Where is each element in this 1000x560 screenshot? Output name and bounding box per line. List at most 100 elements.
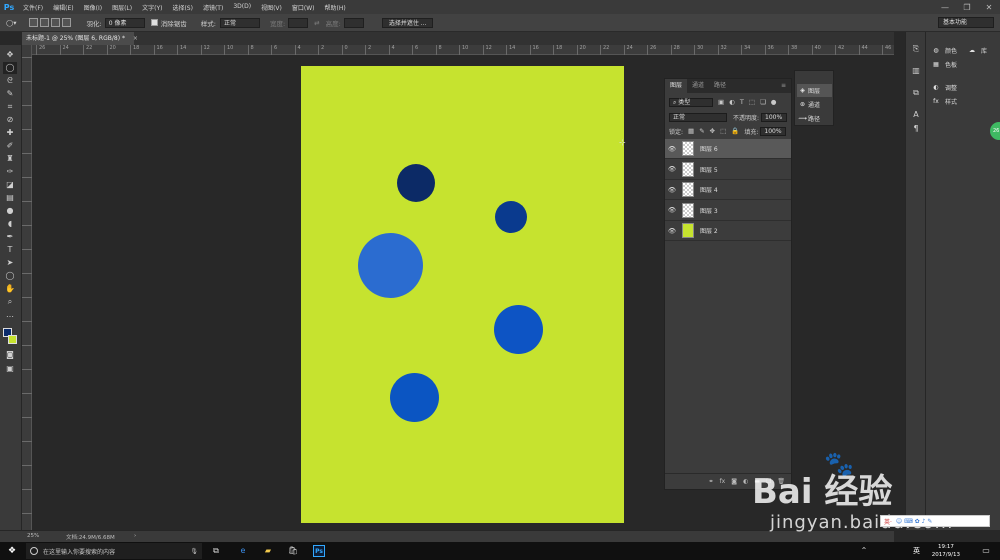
panel-menu-icon[interactable]: ≡ (776, 79, 791, 93)
kind-filter-select[interactable]: ⌕ 类型 (669, 97, 713, 107)
store-icon[interactable]: 🛍 (287, 545, 299, 557)
menu-item[interactable]: 编辑(E) (48, 3, 78, 12)
menu-item[interactable]: 图层(L) (107, 3, 137, 12)
close-button[interactable]: ✕ (978, 0, 1000, 14)
workspace-select[interactable]: 基本功能 (938, 17, 994, 28)
menu-item[interactable]: 滤镜(T) (198, 3, 228, 12)
width-input[interactable] (288, 17, 309, 28)
fill-input[interactable]: 100% (760, 126, 787, 136)
smart-object-filter-icon[interactable]: ❏ (760, 98, 766, 106)
new-selection-icon[interactable] (28, 18, 38, 27)
dock-styles-button[interactable]: fx 样式 (930, 97, 957, 106)
more-tools-icon[interactable]: … (3, 309, 17, 321)
select-and-mask-button[interactable]: 选择并遮住 ... (381, 17, 434, 28)
layer-row[interactable]: 👁 图层 6 (665, 139, 791, 159)
visibility-eye-icon[interactable]: 👁 (665, 186, 679, 194)
layer-row[interactable]: 👁 图层 4 (665, 180, 791, 200)
background-color-swatch[interactable] (8, 335, 17, 344)
antialias-checkbox[interactable] (150, 19, 158, 26)
pixel-filter-icon[interactable]: ▣ (718, 98, 724, 106)
type-filter-icon[interactable]: T (740, 98, 744, 106)
quick-select-tool-icon[interactable]: ✎ (3, 88, 17, 100)
visibility-eye-icon[interactable]: 👁 (665, 165, 679, 173)
dock-libraries-button[interactable]: ☁ 库 (966, 46, 987, 55)
properties-icon[interactable]: ▥ (910, 66, 922, 78)
status-menu-arrow-icon[interactable]: › (134, 533, 136, 539)
tab-layers[interactable]: 图层 (665, 79, 688, 93)
dock-color-button[interactable]: ◍ 颜色 (930, 46, 957, 55)
link-icon[interactable]: ⚭ (709, 478, 714, 485)
tab-channels[interactable]: 通道 (687, 79, 709, 93)
type-tool-icon[interactable]: T (3, 244, 17, 256)
dodge-tool-icon[interactable]: ◖ (3, 218, 17, 230)
shape-filter-icon[interactable]: ⬚ (749, 98, 755, 106)
menu-item[interactable]: 3D(D) (228, 3, 256, 12)
adjustment-icon[interactable]: ◐ (743, 478, 748, 485)
crop-tool-icon[interactable]: ⌗ (3, 101, 17, 113)
zoom-level[interactable]: 25% (27, 533, 39, 539)
document-size[interactable]: 文档:24.9M/6.68M (66, 533, 115, 541)
blur-tool-icon[interactable]: ● (3, 205, 17, 217)
feather-input[interactable]: 0 像素 (104, 17, 145, 28)
healing-brush-tool-icon[interactable]: ✚ (3, 127, 17, 139)
history-brush-tool-icon[interactable]: ✑ (3, 166, 17, 178)
ellipse-shape-tool-icon[interactable]: ◯ (3, 270, 17, 282)
brush-tool-icon[interactable]: ✐ (3, 140, 17, 152)
menu-item[interactable]: 窗口(W) (287, 3, 320, 12)
lock-pixels-icon[interactable]: ✎ (699, 127, 704, 135)
eraser-tool-icon[interactable]: ◪ (3, 179, 17, 191)
start-menu-icon[interactable]: ❖ (8, 546, 18, 556)
tray-expand-icon[interactable]: ⌃ (858, 545, 870, 557)
lasso-tool-icon[interactable]: ᘓ (3, 75, 17, 87)
subtract-selection-icon[interactable] (50, 18, 60, 27)
path-selection-tool-icon[interactable]: ➤ (3, 257, 17, 269)
ime-toolbar[interactable]: 英· ☺ ⌨ ✿ ♪ ✎ (880, 515, 990, 527)
menu-item[interactable]: 选择(S) (167, 3, 198, 12)
menu-item[interactable]: 文字(Y) (137, 3, 167, 12)
quick-mask-icon[interactable]: ◙ (3, 349, 17, 361)
microphone-icon[interactable]: 🎙 (190, 548, 198, 555)
input-language[interactable]: 英 (913, 546, 920, 556)
intersect-selection-icon[interactable] (61, 18, 71, 27)
add-selection-icon[interactable] (39, 18, 49, 27)
lock-all-icon[interactable]: 🔒 (731, 127, 739, 135)
menu-item[interactable]: 视图(V) (256, 3, 287, 12)
file-explorer-icon[interactable]: ▰ (262, 545, 274, 557)
visibility-eye-icon[interactable]: 👁 (665, 227, 679, 235)
mini-paths-button[interactable]: ⟿ 路径 (797, 112, 832, 125)
history-icon[interactable]: ⎘ (910, 44, 922, 56)
swap-icon[interactable]: ⇄ (314, 19, 319, 27)
ime-tools-icon[interactable]: ☺ ⌨ ✿ ♪ ✎ (896, 518, 932, 525)
document-canvas[interactable] (301, 66, 624, 523)
adjustment-filter-icon[interactable]: ◐ (729, 98, 735, 106)
blend-mode-select[interactable]: 正常 (669, 112, 727, 122)
zoom-tool-icon[interactable]: ⌕ (3, 296, 17, 308)
photoshop-taskbar-icon[interactable]: Ps (313, 545, 325, 557)
layer-row[interactable]: 👁 图层 2 (665, 221, 791, 241)
opacity-input[interactable]: 100% (761, 112, 788, 122)
hand-tool-icon[interactable]: ✋ (3, 283, 17, 295)
dock-swatches-button[interactable]: ▦ 色板 (930, 60, 957, 69)
gradient-tool-icon[interactable]: ▤ (3, 192, 17, 204)
artboard-icon[interactable]: ⬚ (720, 127, 726, 135)
visibility-eye-icon[interactable]: 👁 (665, 206, 679, 214)
mini-layers-button[interactable]: ◈ 图层 (797, 84, 832, 97)
taskbar-search-box[interactable]: 在这里输入你要搜索的内容 🎙 (26, 543, 202, 559)
minimize-button[interactable]: — (934, 0, 956, 14)
pen-tool-icon[interactable]: ✒ (3, 231, 17, 243)
layer-row[interactable]: 👁 图层 3 (665, 201, 791, 221)
move-tool-icon[interactable]: ✥ (3, 49, 17, 61)
dock-adjustments-button[interactable]: ◐ 调整 (930, 83, 957, 92)
clone-source-icon[interactable]: ⧉ (910, 88, 922, 100)
restore-button[interactable]: ❐ (956, 0, 978, 14)
mask-icon[interactable]: ◙ (731, 478, 737, 485)
lock-transparency-icon[interactable]: ▦ (688, 127, 694, 135)
visibility-eye-icon[interactable]: 👁 (665, 145, 679, 153)
eyedropper-tool-icon[interactable]: ⊘ (3, 114, 17, 126)
height-input[interactable] (343, 17, 364, 28)
clone-stamp-tool-icon[interactable]: ♜ (3, 153, 17, 165)
filter-toggle-icon[interactable]: ● (771, 98, 777, 106)
action-center-icon[interactable]: ▭ (980, 545, 992, 557)
lock-position-icon[interactable]: ✥ (710, 127, 715, 135)
menu-item[interactable]: 文件(F) (18, 3, 48, 12)
